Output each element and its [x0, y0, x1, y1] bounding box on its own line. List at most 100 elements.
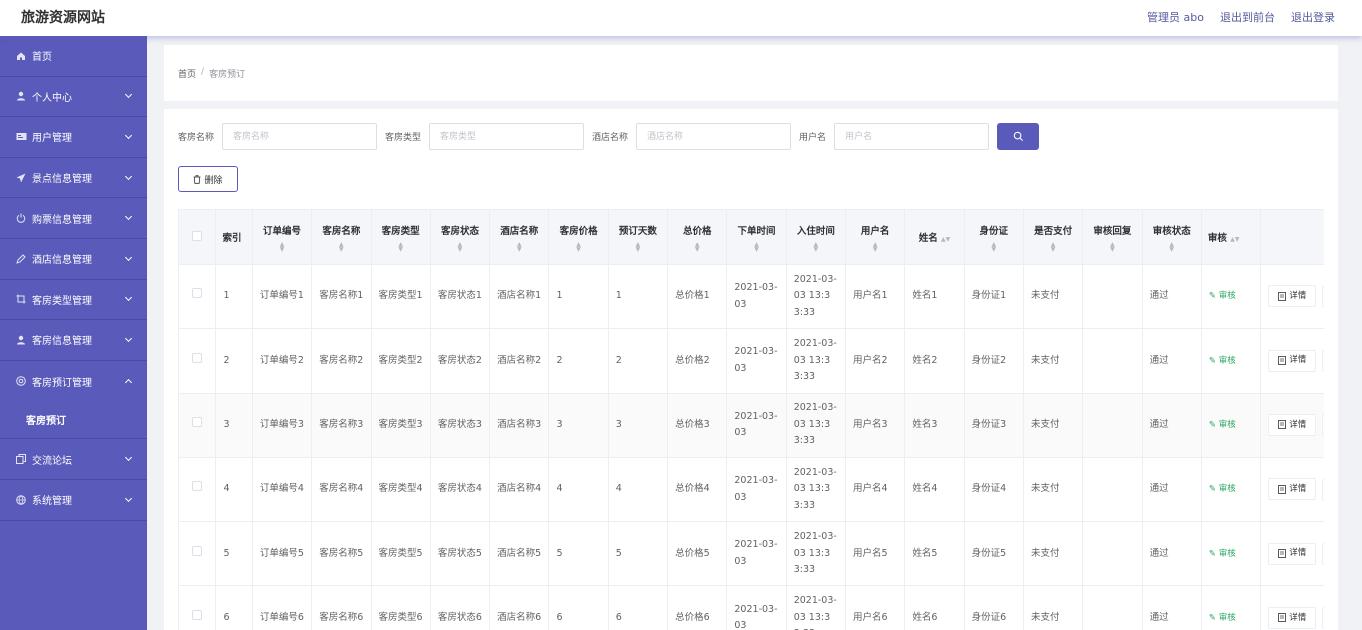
- column-header[interactable]: 客房价格 ▲ ▼: [548, 209, 609, 265]
- row-checkbox[interactable]: [192, 416, 203, 427]
- sidebar-item-room-types[interactable]: 客房类型管理: [0, 280, 147, 321]
- cell-hotel: 酒店名称4: [489, 456, 550, 523]
- cell-idx: 4: [215, 456, 253, 523]
- table-row[interactable]: 3 订单编号3 客房名称3 客房类型3 客房状态3 酒店名称3 3 3 总价格3 2021-03-…: [178, 392, 1324, 458]
- room-name-input[interactable]: [222, 123, 378, 150]
- cell-price: 5: [548, 521, 609, 587]
- cell-audit-status: 通过: [1141, 392, 1202, 458]
- sort-icon: ▲▼: [754, 240, 759, 253]
- sidebar-subitem-booking[interactable]: 客房预订: [0, 401, 147, 440]
- cell-paid: 未支付: [1022, 585, 1084, 630]
- detail-button[interactable]: 详情: [1268, 542, 1317, 565]
- delete-button[interactable]: 删除: [178, 166, 238, 192]
- audit-link[interactable]: ✎ 审核: [1209, 291, 1236, 301]
- logout-link[interactable]: 退出登录: [1291, 9, 1335, 25]
- breadcrumb-separator: /: [201, 67, 205, 77]
- cell-order: 订单编号6: [251, 585, 313, 630]
- row-checkbox[interactable]: [192, 609, 203, 620]
- cell-days: 6: [607, 585, 669, 630]
- sidebar-item-users[interactable]: 用户管理: [0, 117, 147, 158]
- to-front-link[interactable]: 退出到前台: [1220, 9, 1275, 25]
- trash-icon: [193, 174, 201, 184]
- column-header[interactable]: 客房类型 ▲ ▼: [370, 209, 431, 265]
- column-header[interactable]: 是否支付 ▲ ▼: [1022, 209, 1084, 265]
- cell-room: 客房名称2: [311, 328, 372, 394]
- edit-button[interactable]: 修改: [1322, 478, 1324, 501]
- select-all-checkbox[interactable]: [192, 230, 203, 241]
- cell-username: 用户名5: [845, 521, 906, 587]
- search-button[interactable]: [997, 123, 1040, 150]
- sidebar-item-bookings[interactable]: 客房预订管理: [0, 361, 147, 402]
- table-row[interactable]: 2 订单编号2 客房名称2 客房类型2 客房状态2 酒店名称2 2 2 总价格2 2021-03-…: [178, 328, 1324, 394]
- column-header[interactable]: 预订天数 ▲ ▼: [607, 209, 669, 265]
- audit-link[interactable]: ✎ 审核: [1209, 613, 1236, 623]
- audit-link[interactable]: ✎ 审核: [1209, 549, 1236, 559]
- edit-button[interactable]: 修改: [1322, 285, 1324, 308]
- audit-link[interactable]: ✎ 审核: [1209, 484, 1236, 494]
- sidebar-item-forum[interactable]: 交流论坛: [0, 439, 147, 480]
- cell-room: 客房名称5: [311, 521, 372, 587]
- column-header[interactable]: 身份证 ▲ ▼: [963, 209, 1024, 265]
- column-header[interactable]: 酒店名称 ▲ ▼: [489, 209, 550, 265]
- row-checkbox[interactable]: [192, 481, 203, 492]
- column-header[interactable]: 客房状态 ▲ ▼: [429, 209, 491, 265]
- column-header[interactable]: 姓名 ▲▼: [904, 209, 965, 265]
- table-row[interactable]: 6 订单编号6 客房名称6 客房类型6 客房状态6 酒店名称6 6 6 总价格6 2021-03-…: [178, 585, 1324, 630]
- column-header[interactable]: 审核 ▲▼: [1200, 209, 1262, 265]
- column-header[interactable]: 订单编号 ▲ ▼: [251, 209, 313, 265]
- sort-icon: ▲▼: [1169, 240, 1175, 253]
- username-input[interactable]: [834, 123, 990, 150]
- cell-hotel: 酒店名称1: [489, 263, 550, 330]
- cell-total: 总价格6: [667, 585, 728, 630]
- column-header[interactable]: 客房名称 ▲ ▼: [311, 209, 372, 265]
- detail-button[interactable]: 详情: [1268, 606, 1317, 629]
- sidebar-item-hotels[interactable]: 酒店信息管理: [0, 239, 147, 280]
- cell-audit-status: 通过: [1141, 521, 1202, 587]
- column-header[interactable]: 总价格 ▲ ▼: [667, 209, 728, 265]
- sidebar-item-tickets[interactable]: 购票信息管理: [0, 198, 147, 239]
- document-icon: [1278, 484, 1287, 494]
- detail-button[interactable]: 详情: [1268, 285, 1317, 308]
- sidebar-item-personal[interactable]: 个人中心: [0, 77, 147, 118]
- cell-price: 3: [548, 392, 609, 458]
- edit-button[interactable]: 修改: [1322, 414, 1324, 437]
- cell-status: 客房状态4: [429, 456, 491, 523]
- breadcrumb-home[interactable]: 首页: [178, 67, 196, 80]
- column-header[interactable]: 审核回复 ▲ ▼: [1082, 209, 1143, 265]
- detail-button[interactable]: 详情: [1268, 349, 1317, 372]
- row-checkbox[interactable]: [192, 352, 203, 363]
- column-header[interactable]: 下单时间 ▲ ▼: [726, 209, 787, 265]
- sidebar-item-label: 个人中心: [32, 92, 72, 104]
- sidebar-item-rooms[interactable]: 客房信息管理: [0, 320, 147, 361]
- detail-button[interactable]: 详情: [1268, 413, 1317, 436]
- cell-days: 3: [607, 392, 669, 458]
- sidebar-item-home[interactable]: 首页: [0, 36, 147, 77]
- edit-button[interactable]: 修改: [1322, 543, 1324, 566]
- actions-cell: 详情修改: [1260, 392, 1324, 458]
- column-header[interactable]: 入住时间 ▲ ▼: [785, 209, 847, 265]
- sort-icon: ▲▼: [457, 240, 463, 253]
- cell-price: 4: [548, 456, 609, 523]
- hotel-name-input[interactable]: [636, 123, 792, 150]
- table-row[interactable]: 4 订单编号4 客房名称4 客房类型4 客房状态4 酒店名称4 4 4 总价格4 2021-03-…: [178, 456, 1324, 523]
- column-header[interactable]: 用户名 ▲ ▼: [845, 209, 906, 265]
- column-header[interactable]: 审核状态 ▲ ▼: [1141, 209, 1202, 265]
- actions-cell: 详情修改: [1260, 328, 1324, 394]
- edit-button[interactable]: 修改: [1322, 607, 1324, 630]
- table-row[interactable]: 1 订单编号1 客房名称1 客房类型1 客房状态1 酒店名称1 1 1 总价格1 2021-03-…: [178, 263, 1324, 330]
- cell-id-card: 身份证4: [963, 456, 1024, 523]
- audit-link[interactable]: ✎ 审核: [1209, 356, 1236, 366]
- table-row[interactable]: 5 订单编号5 客房名称5 客房类型5 客房状态5 酒店名称5 5 5 总价格5 2021-03-…: [178, 521, 1324, 587]
- sidebar-item-system[interactable]: 系统管理: [0, 480, 147, 521]
- room-type-input[interactable]: [429, 123, 585, 150]
- cell-username: 用户名4: [845, 456, 906, 523]
- row-checkbox[interactable]: [192, 545, 203, 556]
- edit-button[interactable]: 修改: [1322, 350, 1324, 373]
- sort-icon: ▲▼: [516, 240, 522, 253]
- sidebar-item-spots[interactable]: 景点信息管理: [0, 158, 147, 199]
- audit-link[interactable]: ✎ 审核: [1209, 420, 1236, 430]
- cell-order: 订单编号4: [251, 456, 313, 523]
- detail-button[interactable]: 详情: [1268, 478, 1317, 501]
- cell-order: 订单编号2: [251, 328, 313, 394]
- row-checkbox[interactable]: [192, 288, 203, 299]
